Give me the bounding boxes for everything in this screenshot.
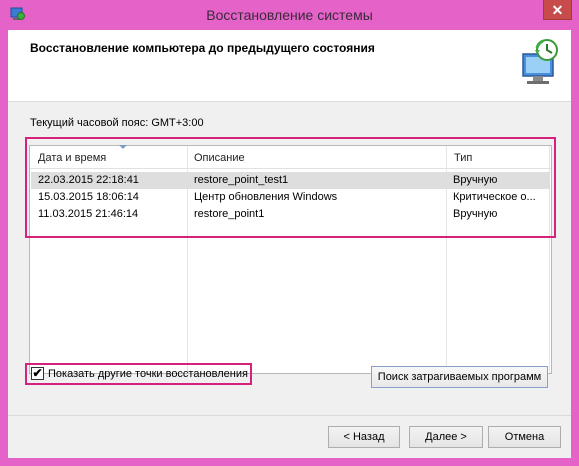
computer-restore-icon: [522, 39, 558, 84]
close-button[interactable]: ✕: [543, 0, 572, 20]
timezone-label: Текущий часовой пояс: GMT+3:00: [30, 117, 204, 129]
title-bar[interactable]: Восстановление системы ✕: [0, 0, 579, 30]
wizard-header: Восстановление компьютера до предыдущего…: [8, 30, 571, 102]
footer-divider: [8, 415, 571, 416]
restore-points-highlight: [25, 137, 556, 238]
back-button[interactable]: < Назад: [328, 426, 400, 448]
next-button[interactable]: Далее >: [409, 426, 483, 448]
show-more-label[interactable]: Показать другие точки восстановления: [48, 368, 248, 380]
page-title: Восстановление компьютера до предыдущего…: [30, 41, 375, 55]
scan-affected-programs-button[interactable]: Поиск затрагиваемых программ: [371, 366, 548, 388]
cancel-button[interactable]: Отмена: [488, 426, 561, 448]
window-title: Восстановление системы: [206, 7, 373, 23]
show-more-checkbox[interactable]: ✔: [31, 367, 44, 380]
dialog-body: Восстановление компьютера до предыдущего…: [8, 30, 571, 458]
system-restore-window: Восстановление системы ✕ Восстановление …: [0, 0, 579, 466]
